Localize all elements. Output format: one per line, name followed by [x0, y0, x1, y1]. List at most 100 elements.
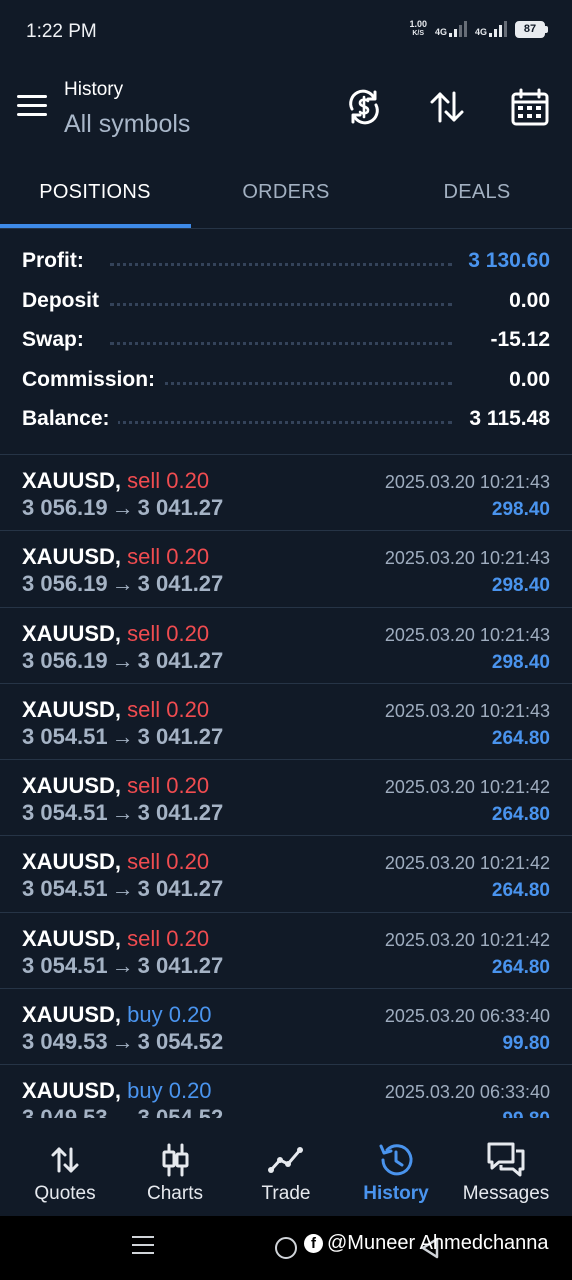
sync-currency-icon[interactable]	[344, 87, 384, 127]
swap-label: Swap:	[22, 328, 92, 352]
watermark-text: @Muneer Ahmedchanna	[327, 1232, 549, 1254]
deal-type: sell 0.20	[127, 773, 210, 799]
nav-history-label: History	[363, 1183, 429, 1204]
dotted-leader	[110, 302, 452, 306]
deal-symbol: XAUUSD, sell 0.20	[22, 925, 210, 951]
arrow-icon: →	[111, 1105, 134, 1118]
deal-type: sell 0.20	[127, 544, 210, 570]
dotted-leader	[110, 421, 452, 424]
history-tabs: POSITIONS ORDERS DEALS	[0, 165, 572, 229]
open-price: 3 054.51	[22, 952, 108, 978]
symbol-filter[interactable]: All symbols	[64, 110, 190, 139]
quotes-icon	[45, 1140, 85, 1180]
deal-time: 2025.03.20 10:21:43	[384, 472, 550, 492]
commission-label: Commission:	[22, 367, 164, 392]
arrow-icon: →	[111, 800, 134, 826]
tab-deals[interactable]: DEALS	[382, 165, 572, 227]
home-icon[interactable]	[275, 1237, 297, 1259]
nav-trade[interactable]: Trade	[229, 1128, 343, 1216]
deal-profit: 99.80	[502, 1033, 550, 1055]
deal-prices: 3 054.51 → 3 041.27	[22, 724, 223, 750]
battery-icon: 87	[515, 20, 548, 38]
account-summary: Profit: 3 130.60 Deposit 0.00 Swap: -15.…	[0, 243, 572, 441]
status-indicators: 1.00 K/S 4G 4G 87	[409, 20, 548, 38]
profit-label: Profit:	[22, 249, 92, 273]
sort-icon[interactable]	[427, 87, 467, 127]
deal-profit: 298.40	[491, 575, 550, 597]
arrow-icon: →	[111, 1029, 134, 1055]
network-speed: 1.00 K/S	[409, 20, 427, 38]
signal-2: 4G	[475, 21, 507, 37]
open-price: 3 056.19	[22, 571, 108, 597]
list-item[interactable]: XAUUSD, sell 0.20 3 056.19 → 3 041.27 2025…	[0, 531, 572, 608]
deal-profit: 298.40	[491, 651, 550, 673]
close-price: 3 041.27	[137, 952, 224, 978]
page-title: History	[64, 79, 124, 100]
deal-time: 2025.03.20 06:33:40	[384, 1082, 550, 1103]
menu-icon[interactable]	[17, 95, 47, 119]
deal-profit: 264.80	[491, 880, 550, 902]
deal-prices: 3 056.19 → 3 041.27	[22, 648, 223, 674]
list-item[interactable]: XAUUSD, buy 0.20 3 049.53 → 3 054.52 2025.…	[0, 1065, 572, 1118]
deposit-label: Deposit	[22, 288, 108, 313]
arrow-icon: →	[111, 952, 134, 978]
list-item[interactable]: XAUUSD, sell 0.20 3 056.19 → 3 041.27 2025…	[0, 455, 572, 532]
deal-prices: 3 049.53 → 3 054.52	[22, 1105, 223, 1118]
balance-value: 3 115.48	[461, 407, 550, 431]
signal-1-label: 4G	[434, 27, 447, 37]
list-item[interactable]: XAUUSD, sell 0.20 3 054.51 → 3 041.27 2025…	[0, 836, 572, 913]
close-price: 3 054.52	[137, 1029, 224, 1055]
list-item[interactable]: XAUUSD, sell 0.20 3 056.19 → 3 041.27 2025…	[0, 608, 572, 684]
deal-time: 2025.03.20 10:21:43	[384, 624, 550, 645]
deal-prices: 3 049.53 → 3 054.52	[22, 1029, 223, 1055]
dotted-leader	[110, 263, 452, 266]
deal-prices: 3 054.51 → 3 041.27	[22, 800, 223, 826]
tab-orders[interactable]: ORDERS	[191, 165, 381, 227]
calendar-icon[interactable]	[510, 87, 550, 127]
signal-2-label: 4G	[474, 27, 487, 37]
system-navigation: f @Muneer Ahmedchanna	[0, 1216, 572, 1280]
nav-charts-label: Charts	[147, 1183, 203, 1204]
close-price: 3 041.27	[137, 876, 224, 902]
list-item[interactable]: XAUUSD, sell 0.20 3 054.51 → 3 041.27 2025…	[0, 913, 572, 990]
watermark: f @Muneer Ahmedchanna	[304, 1232, 549, 1255]
deal-prices: 3 054.51 → 3 041.27	[22, 876, 223, 902]
nav-quotes-label: Quotes	[34, 1183, 96, 1204]
deal-time: 2025.03.20 10:21:43	[384, 700, 550, 721]
open-price: 3 056.19	[22, 647, 108, 673]
summary-row-profit: Profit: 3 130.60	[0, 243, 572, 283]
bottom-navigation: Quotes Charts Trade History Messages	[0, 1128, 572, 1216]
positions-list[interactable]: XAUUSD, sell 0.20 3 056.19 → 3 041.27 2025…	[0, 454, 572, 1118]
close-price: 3 054.52	[137, 1105, 224, 1118]
close-price: 3 041.27	[137, 647, 224, 673]
commission-value: 0.00	[501, 367, 550, 392]
app-header: History All symbols	[0, 62, 572, 152]
deal-profit: 264.80	[491, 727, 550, 749]
messages-icon	[486, 1140, 526, 1180]
nav-messages[interactable]: Messages	[449, 1128, 563, 1216]
tab-positions[interactable]: POSITIONS	[0, 165, 190, 227]
deal-time: 2025.03.20 06:33:40	[384, 1006, 550, 1027]
signal-bars-icon	[448, 21, 467, 37]
deal-symbol: XAUUSD, sell 0.20	[22, 468, 210, 493]
nav-trade-label: Trade	[261, 1183, 311, 1204]
list-item[interactable]: XAUUSD, sell 0.20 3 054.51 → 3 041.27 2025…	[0, 760, 572, 837]
deal-profit: 298.40	[491, 499, 550, 520]
deal-prices: 3 054.51 → 3 041.27	[22, 953, 223, 979]
recent-apps-icon[interactable]	[132, 1236, 154, 1258]
open-price: 3 056.19	[22, 495, 108, 520]
arrow-icon: →	[111, 723, 134, 749]
list-item[interactable]: XAUUSD, buy 0.20 3 049.53 → 3 054.52 2025.…	[0, 989, 572, 1066]
nav-history[interactable]: History	[339, 1128, 453, 1216]
nav-charts[interactable]: Charts	[118, 1128, 232, 1216]
close-price: 3 041.27	[137, 723, 224, 749]
balance-label: Balance:	[22, 407, 118, 431]
dotted-leader	[110, 342, 452, 345]
deal-symbol: XAUUSD, sell 0.20	[22, 620, 210, 646]
list-item[interactable]: XAUUSD, sell 0.20 3 054.51 → 3 041.27 2025…	[0, 684, 572, 761]
nav-quotes[interactable]: Quotes	[8, 1128, 122, 1216]
deal-symbol: XAUUSD, sell 0.20	[22, 696, 210, 722]
deal-profit: 99.80	[502, 1109, 550, 1118]
battery-level: 87	[515, 20, 545, 38]
deal-symbol: XAUUSD, sell 0.20	[22, 773, 210, 799]
